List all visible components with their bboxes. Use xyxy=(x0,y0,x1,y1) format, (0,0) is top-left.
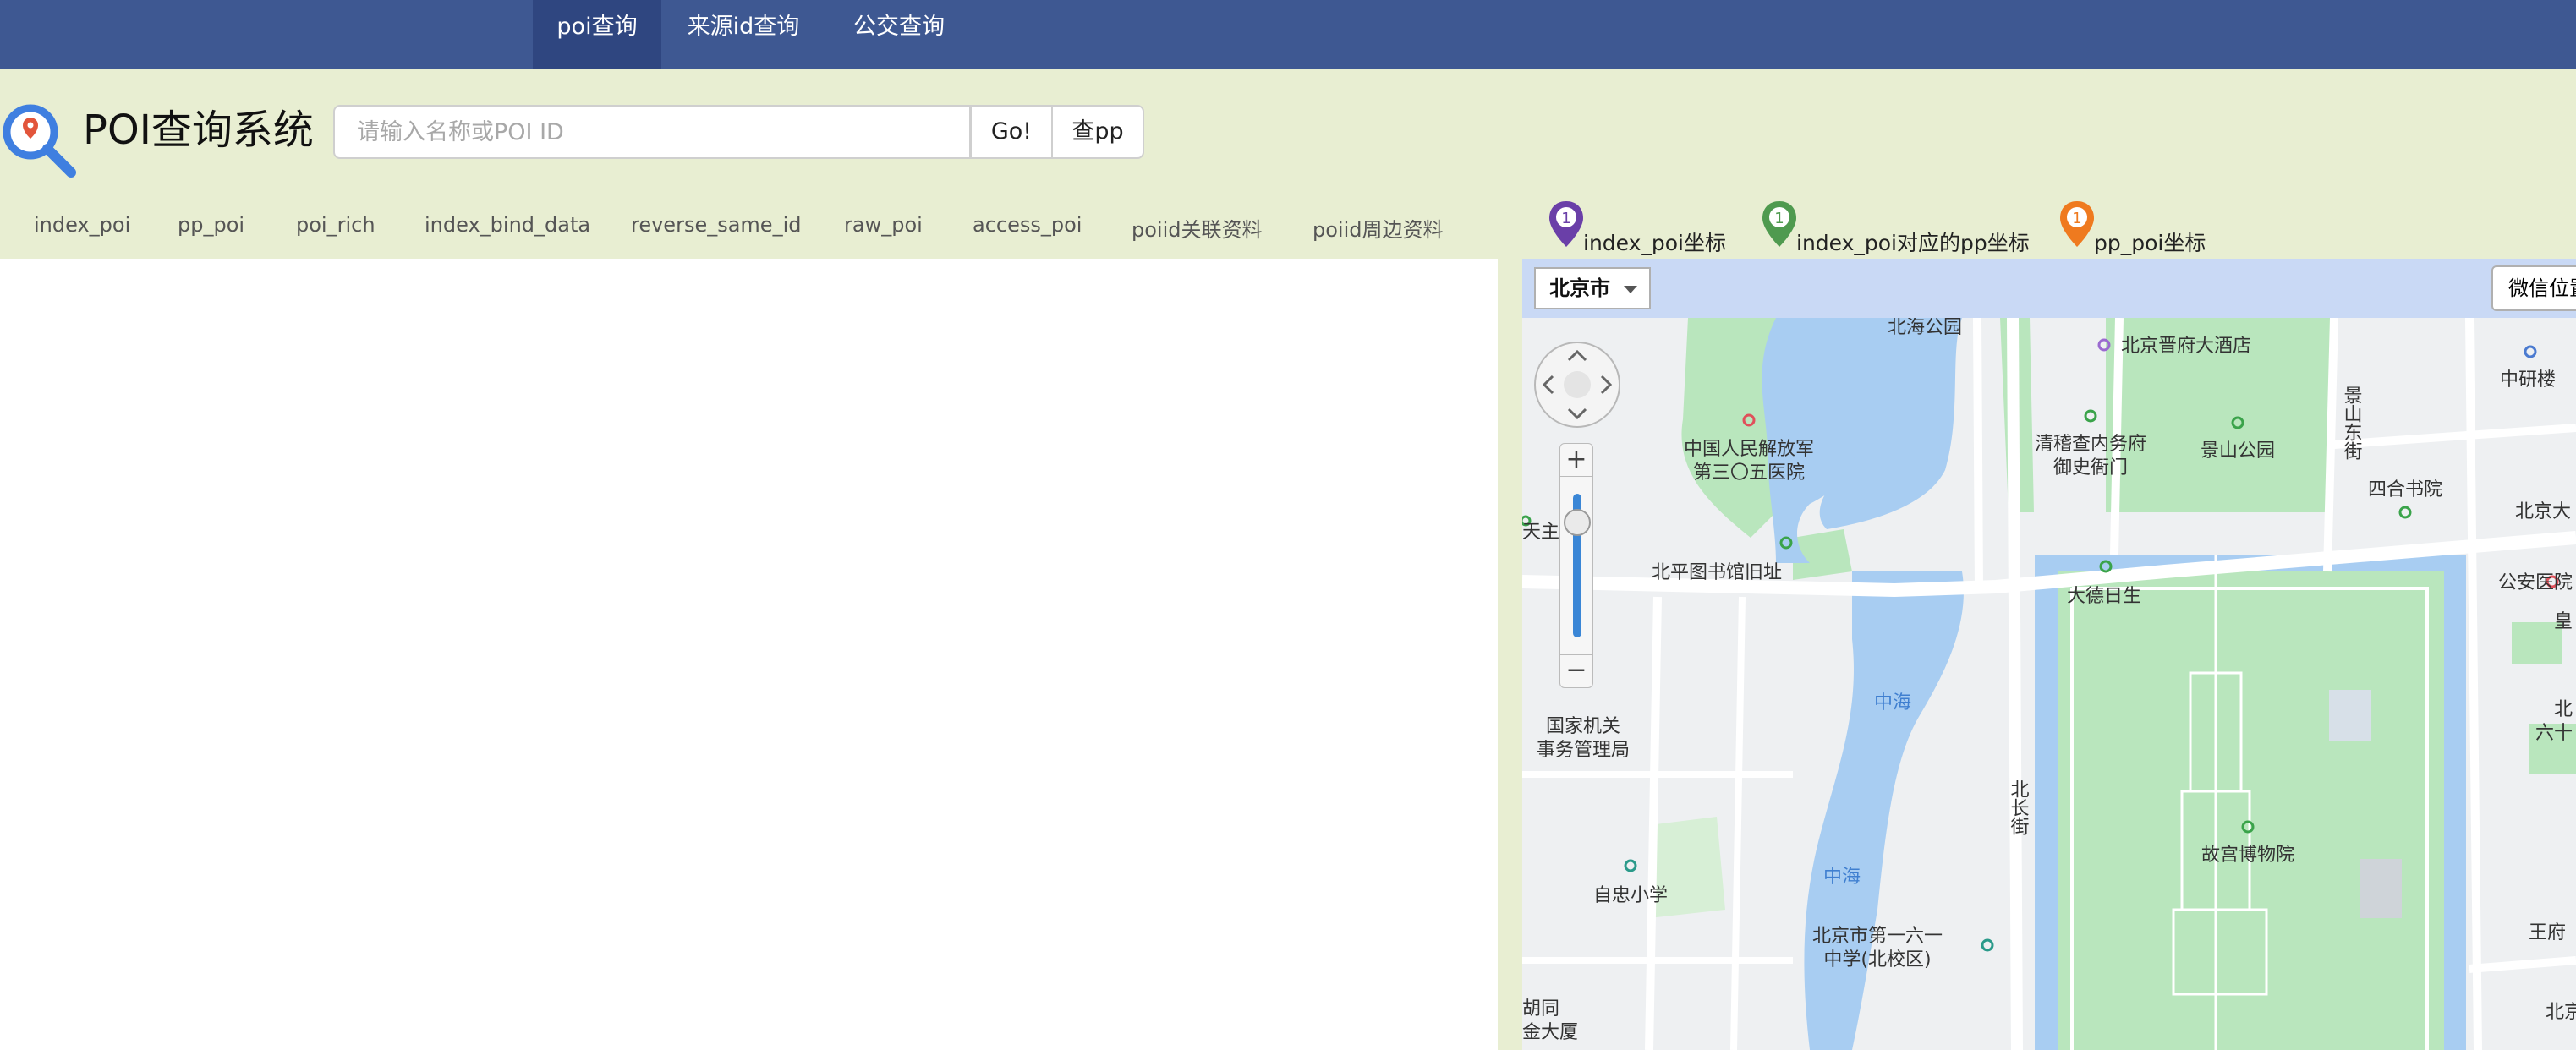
map-label: 第三〇五医院 xyxy=(1693,462,1805,484)
check-pp-button[interactable]: 查pp xyxy=(1051,105,1144,159)
map-view[interactable]: 北京市 微信位置 xyxy=(1522,259,2576,1050)
map-pan-control[interactable] xyxy=(1532,340,1622,429)
map-label: 北京市第一六一 xyxy=(1812,926,1943,947)
tab-access-poi[interactable]: access_poi xyxy=(973,213,1082,237)
map-label: 北京晋府大酒店 xyxy=(2121,336,2251,357)
tab-raw-poi[interactable]: raw_poi xyxy=(844,213,923,237)
map-label: 六十 xyxy=(2535,723,2573,744)
map-label: 御史衙门 xyxy=(2053,457,2128,479)
map-label: 景山东街 xyxy=(2341,386,2363,460)
map-label: 胡同 xyxy=(1522,998,1559,1020)
map-label: 北海公园 xyxy=(1888,318,1962,338)
map-water-label: 中海 xyxy=(1874,692,1911,714)
palace-building xyxy=(2360,859,2402,918)
go-button[interactable]: Go! xyxy=(970,105,1053,159)
zoom-slider[interactable] xyxy=(1559,477,1593,654)
tab-index-bind-data[interactable]: index_bind_data xyxy=(425,213,590,237)
zoom-slider-handle[interactable] xyxy=(1564,509,1591,536)
purple-marker-badge: 1 xyxy=(1561,210,1570,227)
legend-label: index_poi坐标 xyxy=(1583,231,1727,255)
map-water-label: 中海 xyxy=(1823,867,1861,888)
top-nav: poi查询 来源id查询 公交查询 xyxy=(0,0,2576,69)
zoom-in-button[interactable]: + xyxy=(1559,443,1593,477)
map-label: 清稽查内务府 xyxy=(2035,434,2146,455)
legend-label: pp_poi坐标 xyxy=(2094,231,2206,255)
tab-poi-query[interactable]: poi查询 xyxy=(533,0,661,69)
tab-poiid-related[interactable]: poiid关联资料 xyxy=(1132,213,1263,243)
search-input[interactable] xyxy=(333,105,971,159)
tab-poiid-nearby[interactable]: poiid周边资料 xyxy=(1313,213,1444,243)
map-label: 金大厦 xyxy=(1522,1022,1578,1043)
map-label: 国家机关 xyxy=(1546,716,1620,737)
wechat-location-button[interactable]: 微信位置 xyxy=(2491,265,2576,311)
map-label: 中研楼 xyxy=(2500,369,2556,391)
map-label: 中国人民解放军 xyxy=(1684,439,1814,460)
city-select-value: 北京市 xyxy=(1549,276,1610,300)
purple-marker-icon: 1 xyxy=(1549,201,1583,247)
search-logo-icon xyxy=(3,104,76,178)
tab-poi-rich[interactable]: poi_rich xyxy=(296,213,375,237)
map-label: 北京 xyxy=(2546,1002,2576,1023)
map-label: 故宫博物院 xyxy=(2201,845,2294,866)
chevron-down-icon xyxy=(1624,286,1637,293)
palace-building xyxy=(2329,690,2371,741)
road-beichang xyxy=(2007,318,2023,1050)
legend-index-poi: 1 index_poi坐标 xyxy=(1546,200,1740,255)
page-title: POI查询系统 xyxy=(83,107,314,154)
results-panel xyxy=(0,259,1498,1050)
legend-label: index_poi对应的pp坐标 xyxy=(1796,231,2030,255)
map-label: 四合书院 xyxy=(2368,479,2442,500)
map-label: 大德日生 xyxy=(2067,586,2141,607)
zoom-out-button[interactable]: − xyxy=(1559,654,1593,688)
green-marker-badge: 1 xyxy=(1774,210,1784,227)
orange-marker-icon: 1 xyxy=(2060,201,2094,247)
orange-marker-badge: 1 xyxy=(2072,210,2081,227)
map-label: 皇 xyxy=(2554,611,2573,632)
map-label: 北长街 xyxy=(2008,779,2030,835)
map-label: 事务管理局 xyxy=(1537,740,1630,761)
legend-index-poi-pp: 1 index_poi对应的pp坐标 xyxy=(1759,200,2030,255)
green-marker-icon: 1 xyxy=(1762,201,1796,247)
tab-reverse-same-id[interactable]: reverse_same_id xyxy=(631,213,801,237)
legend-pp-poi: 1 pp_poi坐标 xyxy=(2057,200,2243,255)
tab-pp-poi[interactable]: pp_poi xyxy=(178,213,244,237)
map-label: 北 xyxy=(2554,699,2573,720)
map-label: 自忠小学 xyxy=(1593,885,1668,906)
map-label: 中学(北校区) xyxy=(1823,949,1931,971)
road xyxy=(1973,318,1983,589)
map-label: 王府 xyxy=(2529,922,2566,943)
map-label: 北平图书馆旧址 xyxy=(1652,562,1782,583)
map-toolbar: 北京市 微信位置 xyxy=(1522,259,2576,320)
city-select[interactable]: 北京市 xyxy=(1534,267,1651,309)
map-label: 天主 xyxy=(1522,522,1559,543)
tab-bus-query[interactable]: 公交查询 xyxy=(837,0,961,69)
tab-index-poi[interactable]: index_poi xyxy=(34,213,130,237)
tab-source-id-query[interactable]: 来源id查询 xyxy=(671,0,815,69)
map-canvas[interactable]: 北海公园 北京晋府大酒店 中国人民解放军 第三〇五医院 清稽查内务府 御史衙门 … xyxy=(1522,318,2576,1050)
map-label: 北京大 xyxy=(2515,501,2571,522)
map-label: 景山公园 xyxy=(2201,440,2275,462)
map-label: 公安医院 xyxy=(2498,572,2573,593)
palace-grounds xyxy=(2058,571,2444,1050)
